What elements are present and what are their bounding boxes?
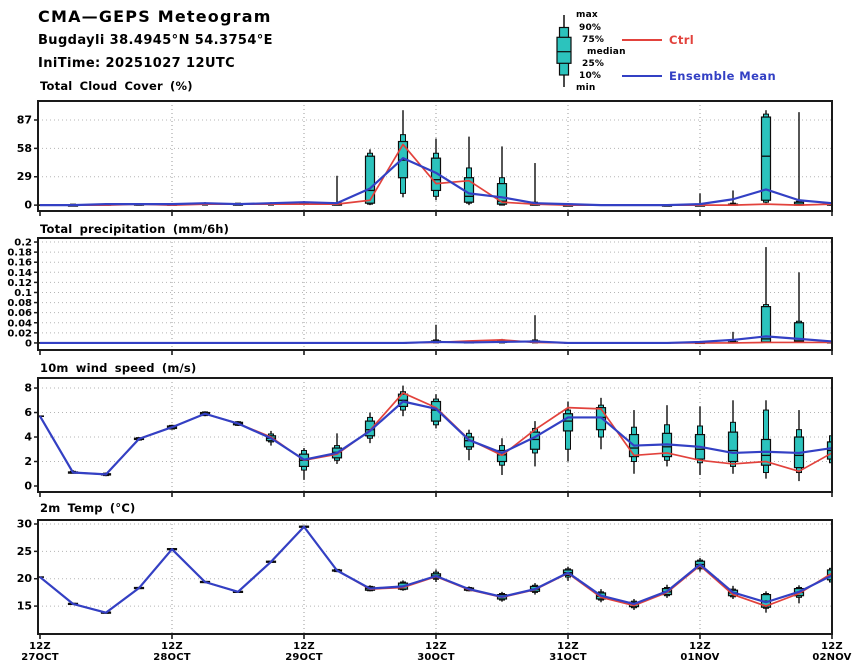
y-tick-label: 25: [17, 545, 32, 558]
y-tick-label: 20: [17, 572, 33, 585]
y-tick-label: 2: [24, 455, 32, 468]
legend-p10-label: 10%: [579, 71, 602, 81]
legend-p75-label: 75%: [582, 35, 605, 45]
x-tick-date: 01NOV: [680, 652, 720, 663]
ctrl-line-sample: [622, 39, 662, 41]
cloud-cover-plot: 87 58 29 0: [17, 100, 833, 216]
ctrl-legend-label: Ctrl: [669, 33, 695, 47]
x-tick-label: 12Z 28OCT: [144, 641, 200, 663]
y-tick-label: 0: [25, 338, 32, 349]
y-tick-label: 15: [17, 600, 32, 613]
y-tick-label: 4: [24, 431, 32, 444]
legend-p90-label: 90%: [579, 23, 602, 33]
y-tick-label: 0: [24, 199, 32, 212]
x-tick-time: 12Z: [425, 641, 447, 652]
y-tick-label: 87: [17, 113, 32, 126]
y-tick-label: 0: [24, 480, 32, 493]
x-tick-label: 12Z 02NOV: [804, 641, 860, 663]
ensemble-mean-line-sample: [622, 75, 662, 77]
legend-p25-label: 25%: [582, 59, 605, 69]
ensemble-mean-legend-label: Ensemble Mean: [669, 69, 777, 83]
legend-min-label: min: [576, 83, 596, 93]
x-tick-label: 12Z 27OCT: [12, 641, 68, 663]
location-label: Bugdayli 38.4945°N 54.3754°E: [38, 33, 273, 48]
x-tick-date: 02NOV: [812, 652, 852, 663]
x-tick-time: 12Z: [161, 641, 183, 652]
x-tick-time: 12Z: [557, 641, 579, 652]
x-tick-time: 12Z: [689, 641, 711, 652]
x-tick-date: 30OCT: [417, 652, 455, 663]
page-title: CMA—GEPS Meteogram: [38, 7, 272, 26]
x-tick-label: 12Z 31OCT: [540, 641, 596, 663]
y-tick-label: 8: [24, 382, 32, 395]
x-tick-time: 12Z: [29, 641, 51, 652]
x-tick-label: 12Z 29OCT: [276, 641, 332, 663]
y-tick-label: 58: [17, 142, 32, 155]
legend-max-label: max: [576, 10, 598, 20]
x-tick-label: 12Z 01NOV: [672, 641, 728, 663]
meteogram-page: CMA—GEPS Meteogram Bugdayli 38.4945°N 54…: [0, 0, 860, 671]
initime-label: IniTime: 20251027 12UTC: [38, 56, 236, 71]
temperature-plot: 30 25 20 15: [17, 517, 833, 639]
x-tick-time: 12Z: [293, 641, 315, 652]
x-tick-date: 28OCT: [153, 652, 191, 663]
x-tick-date: 29OCT: [285, 652, 323, 663]
y-tick-label: 29: [17, 170, 32, 183]
x-tick-label: 12Z 30OCT: [408, 641, 464, 663]
legend-median-label: median: [587, 47, 626, 57]
y-tick-label: 6: [24, 406, 32, 419]
precipitation-plot: 0.20.180.160.140.120.10.080.060.040.020: [7, 237, 833, 355]
wind-speed-plot: 8 6 4 2 0: [24, 377, 833, 497]
x-tick-date: 31OCT: [549, 652, 587, 663]
x-tick-date: 27OCT: [21, 652, 59, 663]
x-tick-time: 12Z: [821, 641, 843, 652]
cloud-cover-panel-title: Total Cloud Cover (%): [40, 79, 193, 93]
y-tick-label: 30: [17, 517, 33, 530]
legend-boxplot-icon: [556, 15, 572, 87]
